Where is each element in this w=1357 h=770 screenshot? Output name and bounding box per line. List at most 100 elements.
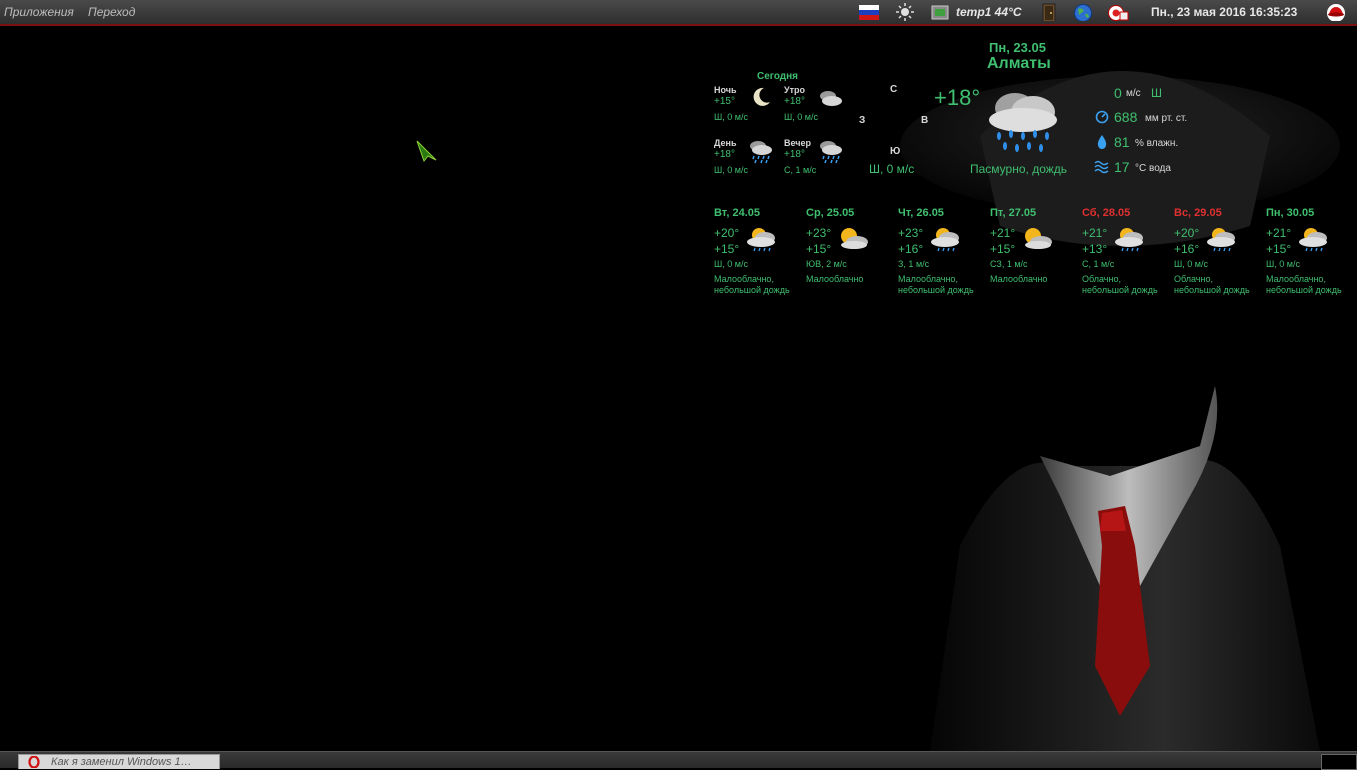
water-waves-icon [1094, 160, 1109, 174]
sun-rain-icon [747, 228, 775, 252]
part-name: Утро [784, 85, 806, 95]
part-wind: Ш, 0 м/с [784, 112, 818, 122]
forecast-description: Облачно, [1082, 274, 1121, 284]
go-menu[interactable]: Переход [88, 5, 135, 19]
mouse-pointer-icon [416, 140, 437, 162]
sun-cloud-icon [1025, 228, 1052, 249]
forecast-description: Малооблачно, [898, 274, 958, 284]
forecast-high: +23° [898, 226, 924, 240]
forecast-description-2: небольшой дождь [898, 285, 974, 295]
sun-rain-icon [931, 228, 959, 252]
compass-west: З [859, 115, 866, 126]
forecast-date: Сб, 28.05 [1082, 207, 1131, 219]
humidity-unit: % влажн. [1135, 138, 1179, 149]
forecast-date: Вс, 29.05 [1174, 207, 1222, 219]
part-wind: Ш, 0 м/с [714, 112, 748, 122]
sun-rain-icon [1115, 228, 1143, 252]
forecast-low: +15° [714, 242, 740, 256]
sun-rain-icon [1299, 228, 1327, 252]
sensor-chip-icon[interactable] [930, 3, 950, 21]
forecast-high: +21° [1266, 226, 1292, 240]
rain-cloud-icon [989, 93, 1057, 152]
current-date: Пн, 23.05 [989, 40, 1046, 55]
forecast-low: +16° [898, 242, 924, 256]
part-temp: +15° [714, 96, 735, 107]
part-temp: +18° [714, 149, 735, 160]
wallpaper-faceless-man [900, 71, 1340, 751]
forecast-date: Пт, 27.05 [990, 207, 1037, 219]
forecast-wind: Ш, 0 м/с [714, 259, 748, 269]
taskbar-window-title: Как я заменил Windows 1… [51, 756, 192, 768]
today-label: Сегодня [757, 71, 799, 82]
forecast-description-2: небольшой дождь [1174, 285, 1250, 295]
temperature-sensor-label: temp1 44°C [956, 5, 1022, 19]
forecast-description-2: небольшой дождь [714, 285, 790, 295]
city-name: Алматы [987, 55, 1051, 72]
bottom-taskbar: Как я заменил Windows 1… [0, 751, 1357, 770]
cloudy-icon [820, 91, 842, 106]
part-wind: С, 1 м/с [784, 165, 817, 175]
humidity-value: 81 [1114, 134, 1130, 150]
door-icon[interactable] [1040, 3, 1058, 21]
forecast-wind: З, 1 м/с [898, 259, 930, 269]
forecast-wind: СЗ, 1 м/с [990, 259, 1028, 269]
forecast-wind: С, 1 м/с [1082, 259, 1115, 269]
wind-speed: 0 [1114, 85, 1122, 101]
humidity-drop-icon [1097, 135, 1107, 149]
rain-icon [820, 141, 842, 164]
compass-north: С [890, 84, 898, 95]
forecast-date: Ср, 25.05 [806, 207, 855, 219]
top-panel: Приложения Переход temp1 44°C Пн., 23 ма… [0, 0, 1357, 26]
current-wind: Ш, 0 м/с [869, 162, 915, 176]
forecast-high: +20° [714, 226, 740, 240]
sun-cloud-icon [841, 228, 868, 249]
forecast-description: Малооблачно [806, 274, 864, 284]
forecast-low: +15° [1266, 242, 1292, 256]
forecast-low: +13° [1082, 242, 1108, 256]
network-globe-icon[interactable] [1073, 3, 1093, 21]
forecast-low: +16° [1174, 242, 1200, 256]
compass-south: Ю [890, 146, 901, 157]
compass-east: В [921, 115, 929, 126]
forecast-wind: Ш, 0 м/с [1174, 259, 1208, 269]
current-condition: Пасмурно, дождь [970, 162, 1068, 176]
notification-icon[interactable] [1107, 3, 1129, 21]
forecast-description: Малооблачно, [714, 274, 774, 284]
show-desktop-button[interactable] [1321, 754, 1357, 770]
current-temperature: +18° [934, 85, 981, 110]
forecast-high: +23° [806, 226, 832, 240]
wind-unit: м/с [1126, 88, 1141, 99]
forecast-wind: ЮВ, 2 м/с [806, 259, 847, 269]
brightness-icon[interactable] [895, 3, 915, 21]
forecast-description-2: небольшой дождь [1266, 285, 1342, 295]
forecast-description: Облачно, [1174, 274, 1213, 284]
forecast-low: +15° [806, 242, 832, 256]
opera-browser-icon [28, 756, 40, 768]
forecast-description: Малооблачно, [1266, 274, 1326, 284]
forecast-low: +15° [990, 242, 1016, 256]
part-name: День [714, 138, 737, 148]
part-temp: +18° [784, 96, 805, 107]
part-name: Ночь [714, 85, 737, 95]
applications-menu[interactable]: Приложения [4, 5, 74, 19]
clock[interactable]: Пн., 23 мая 2016 16:35:23 [1151, 5, 1297, 19]
sun-rain-icon [1207, 228, 1235, 252]
part-name: Вечер [784, 138, 812, 148]
keyboard-layout-flag-icon[interactable] [858, 3, 880, 21]
water-temp-unit: °С вода [1135, 163, 1171, 174]
system-logo-icon[interactable] [1325, 3, 1347, 21]
wind-direction: Ш [1151, 86, 1162, 100]
forecast-wind: Ш, 0 м/с [1266, 259, 1300, 269]
pressure-unit: мм рт. ст. [1145, 113, 1188, 124]
forecast-high: +21° [990, 226, 1016, 240]
forecast-date: Пн, 30.05 [1266, 207, 1315, 219]
rain-icon [750, 141, 772, 164]
forecast-date: Чт, 26.05 [898, 207, 944, 219]
forecast-high: +20° [1174, 226, 1200, 240]
forecast-high: +21° [1082, 226, 1108, 240]
forecast-description: Малооблачно [990, 274, 1048, 284]
forecast-description-2: небольшой дождь [1082, 285, 1158, 295]
part-wind: Ш, 0 м/с [714, 165, 748, 175]
water-temp-value: 17 [1114, 159, 1130, 175]
pressure-gauge-icon [1095, 110, 1109, 124]
